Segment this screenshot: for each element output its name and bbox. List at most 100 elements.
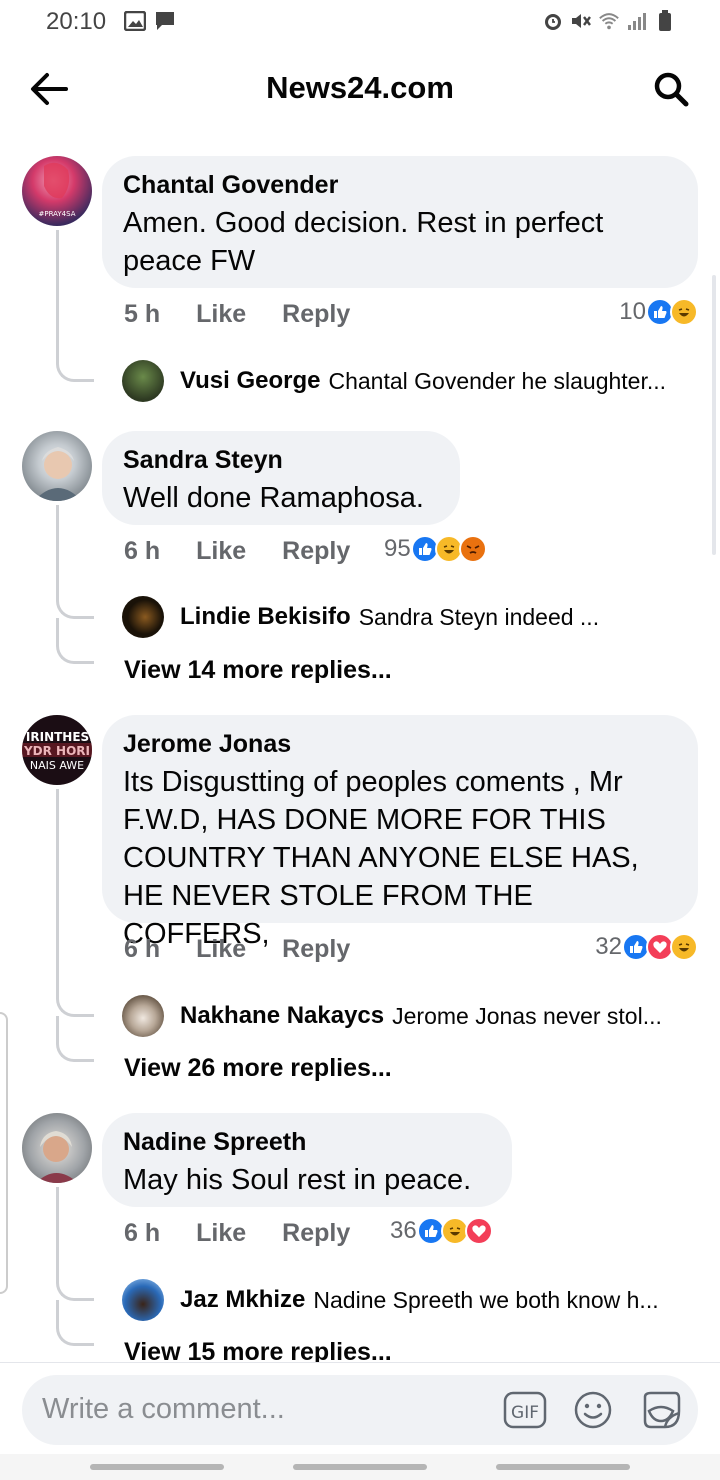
thread-line	[56, 618, 94, 664]
avatar[interactable]	[22, 431, 92, 501]
battery-icon	[654, 10, 676, 32]
message-icon	[154, 10, 176, 32]
nav-home-button[interactable]	[293, 1464, 427, 1470]
mute-icon	[570, 10, 592, 32]
gif-button[interactable]: GIF	[502, 1387, 548, 1433]
view-more-replies[interactable]: View 26 more replies...	[124, 1054, 392, 1083]
reply-avatar[interactable]	[122, 1279, 164, 1321]
nav-recents-button[interactable]	[90, 1464, 224, 1470]
reply-avatar[interactable]	[122, 360, 164, 402]
scrollbar[interactable]	[712, 275, 716, 555]
svg-text:#PRAY4SA: #PRAY4SA	[38, 210, 75, 218]
reaction-summary[interactable]: 32	[595, 933, 698, 961]
search-button[interactable]	[646, 66, 696, 112]
status-time: 20:10	[46, 8, 107, 35]
like-button[interactable]: Like	[196, 1219, 246, 1248]
reaction-summary[interactable]: 95	[384, 535, 487, 563]
comment-actions: 6 h Like Reply	[124, 935, 350, 964]
haha-reaction-icon	[670, 298, 698, 326]
emoji-button[interactable]	[570, 1387, 616, 1433]
comment-text: May his Soul rest in peace.	[123, 1164, 472, 1196]
angry-reaction-icon	[458, 535, 487, 563]
comment-text: Its Disgustting of peoples coments , Mr …	[123, 766, 639, 950]
thread-line	[56, 230, 94, 382]
comment-time[interactable]: 6 h	[124, 935, 160, 964]
gif-icon: GIF	[503, 1391, 547, 1429]
reply-author[interactable]: Jaz Mkhize	[180, 1286, 305, 1314]
emoji-icon	[574, 1391, 612, 1429]
reaction-summary[interactable]: 10	[619, 298, 698, 326]
svg-text:GIF: GIF	[511, 1403, 539, 1423]
comment-actions: 6 h Like Reply	[124, 1219, 350, 1248]
thread-line	[56, 1300, 94, 1346]
composer-box: GIF	[22, 1375, 698, 1445]
reply-avatar[interactable]	[122, 596, 164, 638]
reply-preview[interactable]: Jaz Mkhize Nadine Spreeth we both know h…	[122, 1279, 659, 1321]
thread-line	[56, 1187, 94, 1301]
comment-bubble[interactable]: Nadine Spreeth May his Soul rest in peac…	[102, 1113, 512, 1207]
comment-time[interactable]: 5 h	[124, 300, 160, 329]
reply-author[interactable]: Lindie Bekisifo	[180, 603, 351, 631]
reply-author[interactable]: Nakhane Nakaycs	[180, 1002, 384, 1030]
svg-text:NAIS AWE: NAIS AWE	[30, 759, 84, 772]
sticker-button[interactable]	[638, 1387, 684, 1433]
comment-author[interactable]: Sandra Steyn	[123, 445, 438, 475]
reply-preview[interactable]: Vusi George Chantal Govender he slaughte…	[122, 360, 666, 402]
nav-back-button[interactable]	[496, 1464, 630, 1470]
comment-author[interactable]: Nadine Spreeth	[123, 1127, 490, 1157]
like-button[interactable]: Like	[196, 537, 246, 566]
comment-time[interactable]: 6 h	[124, 1219, 160, 1248]
reply-button[interactable]: Reply	[282, 935, 350, 964]
wifi-icon	[598, 10, 620, 32]
reply-button[interactable]: Reply	[282, 537, 350, 566]
comment-time[interactable]: 6 h	[124, 537, 160, 566]
reply-snippet: Chantal Govender he slaughter...	[328, 367, 667, 394]
like-button[interactable]: Like	[196, 935, 246, 964]
reaction-count: 36	[390, 1217, 417, 1244]
edge-panel-handle[interactable]	[0, 1012, 8, 1294]
status-right-icons	[542, 10, 676, 32]
thread-line	[56, 505, 94, 619]
comment-actions: 5 h Like Reply	[124, 300, 350, 329]
reply-preview[interactable]: Lindie Bekisifo Sandra Steyn indeed ...	[122, 596, 599, 638]
reply-author[interactable]: Vusi George	[180, 367, 320, 395]
comment-text: Amen. Good decision. Rest in perfect pea…	[123, 207, 604, 277]
search-icon	[654, 72, 689, 107]
reaction-count: 32	[595, 933, 622, 960]
avatar[interactable]: #PRAY4SA	[22, 156, 92, 226]
reply-snippet: Nadine Spreeth we both know h...	[313, 1286, 659, 1313]
comment-bubble[interactable]: Chantal Govender Amen. Good decision. Re…	[102, 156, 698, 288]
comment-author[interactable]: Jerome Jonas	[123, 729, 676, 759]
status-left-icons	[124, 10, 176, 32]
avatar[interactable]	[22, 1113, 92, 1183]
system-nav-bar	[0, 1454, 720, 1480]
reply-avatar[interactable]	[122, 995, 164, 1037]
comment-author[interactable]: Chantal Govender	[123, 170, 676, 200]
view-more-replies[interactable]: View 14 more replies...	[124, 656, 392, 685]
love-reaction-icon	[464, 1217, 493, 1245]
reaction-summary[interactable]: 36	[390, 1217, 493, 1245]
reply-snippet: Sandra Steyn indeed ...	[358, 603, 600, 630]
comment-composer: GIF	[0, 1362, 720, 1454]
reaction-count: 95	[384, 535, 411, 562]
sticker-icon	[643, 1391, 681, 1429]
reply-button[interactable]: Reply	[282, 1219, 350, 1248]
reply-snippet: Jerome Jonas never stol...	[392, 1002, 662, 1029]
reply-button[interactable]: Reply	[282, 300, 350, 329]
thread-line	[56, 1016, 94, 1062]
comment-bubble[interactable]: Sandra Steyn Well done Ramaphosa.	[102, 431, 460, 525]
comment-bubble[interactable]: Jerome Jonas Its Disgustting of peoples …	[102, 715, 698, 950]
status-bar: 20:10	[0, 0, 720, 46]
reply-preview[interactable]: Nakhane Nakaycs Jerome Jonas never stol.…	[122, 995, 662, 1037]
image-icon	[124, 10, 146, 32]
avatar[interactable]: VIRINTHESE YDR HORI NAIS AWE	[22, 715, 92, 785]
reaction-count: 10	[619, 298, 646, 325]
comment-input[interactable]	[42, 1393, 482, 1426]
svg-text:VIRINTHESE: VIRINTHESE	[22, 730, 92, 744]
comment-actions: 6 h Like Reply	[124, 537, 350, 566]
like-button[interactable]: Like	[196, 300, 246, 329]
comment-text: Well done Ramaphosa.	[123, 482, 424, 514]
haha-reaction-icon	[670, 933, 698, 961]
page-title: News24.com	[266, 70, 454, 105]
app-header: News24.com	[0, 46, 720, 136]
